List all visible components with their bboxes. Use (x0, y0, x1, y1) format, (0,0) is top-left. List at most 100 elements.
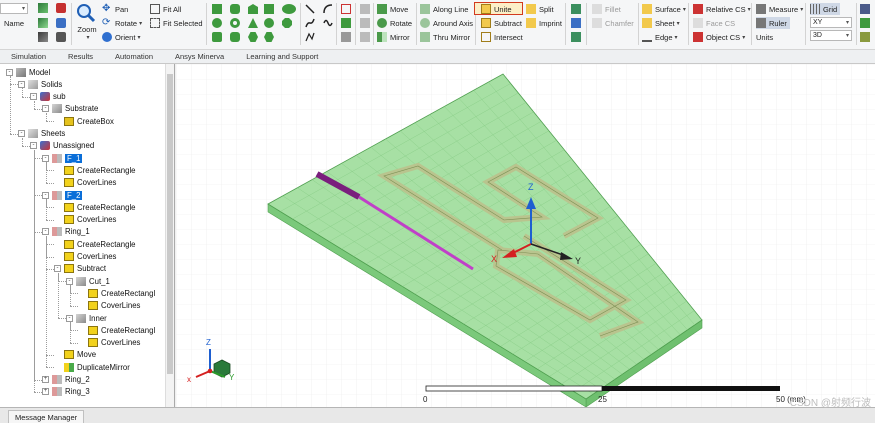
tree-item[interactable]: - Ring_1 (42, 226, 90, 238)
rotate-object-button[interactable]: Rotate (377, 17, 412, 29)
tree-item[interactable]: - Model (6, 66, 50, 78)
tree-item[interactable]: + Ring_3 (42, 386, 90, 398)
collapse-toggle-icon[interactable]: - (42, 228, 49, 236)
relative-cs-menu[interactable]: Relative CS ▾ (693, 3, 751, 15)
fillet-button[interactable]: Fillet (592, 3, 621, 15)
tree-item[interactable]: CreateRectangl (78, 324, 155, 336)
tree-item[interactable]: - Subtract (54, 263, 106, 275)
face-cs-button[interactable]: Face CS (693, 17, 735, 29)
units-button[interactable]: Units (756, 31, 773, 43)
select-face-icon[interactable] (56, 18, 66, 28)
expand-toggle-icon[interactable]: + (42, 376, 49, 383)
draw-arc-icon[interactable] (38, 32, 48, 42)
collapse-toggle-icon[interactable]: - (6, 68, 13, 76)
polyline-icon[interactable] (305, 32, 315, 42)
torus-icon[interactable] (230, 18, 240, 28)
object-cs-menu[interactable]: Object CS ▾ (693, 31, 745, 43)
collapse-toggle-icon[interactable]: - (18, 130, 25, 137)
select-edge-icon[interactable] (56, 32, 66, 42)
tree-item[interactable]: - Cut_1 (66, 275, 110, 287)
cone-icon[interactable] (248, 18, 258, 28)
equation-curve-icon[interactable] (323, 18, 333, 28)
group-icon[interactable] (360, 32, 370, 42)
tab-ansys-minerva[interactable]: Ansys Minerva (164, 50, 235, 63)
3d-modeler-viewport[interactable]: Z X Y Z x Y 0 25 50 (mm) (176, 64, 875, 407)
tree-scrollbar-thumb[interactable] (167, 74, 173, 374)
region-icon[interactable] (360, 18, 370, 28)
message-manager-tab[interactable]: Message Manager (8, 410, 85, 423)
collapse-toggle-icon[interactable]: - (30, 142, 37, 150)
point-icon[interactable] (341, 4, 351, 14)
movement-mode-icon[interactable] (860, 32, 870, 42)
fit-selected-button[interactable]: Fit Selected (150, 17, 203, 29)
tree-item[interactable]: - F_2 (42, 189, 83, 201)
tree-item[interactable]: CreateBox (54, 115, 114, 127)
tab-simulation[interactable]: Simulation (0, 50, 57, 63)
collapse-toggle-icon[interactable]: - (66, 314, 73, 322)
polyhedron-icon[interactable] (248, 32, 258, 42)
tree-item[interactable]: CreateRectangle (54, 201, 136, 213)
expand-toggle-icon[interactable]: + (42, 388, 49, 396)
orient-button[interactable]: Orient ▾ (102, 31, 140, 43)
subtract-button[interactable]: Subtract (481, 17, 522, 29)
thru-mirror-button[interactable]: Thru Mirror (420, 31, 470, 43)
analysis-icon[interactable] (571, 32, 581, 42)
collapse-toggle-icon[interactable]: - (30, 93, 37, 101)
object-name-combo[interactable]: ▾ (0, 3, 28, 14)
unite-button[interactable]: Unite (481, 3, 512, 15)
collapse-toggle-icon[interactable]: - (18, 80, 25, 88)
surface-menu[interactable]: Surface ▾ (642, 3, 686, 15)
select-icon[interactable] (56, 3, 66, 13)
ellipse-icon[interactable] (282, 4, 296, 14)
tree-item[interactable]: - Unassigned (30, 140, 94, 152)
arc-icon[interactable] (323, 4, 333, 14)
polygon-icon[interactable] (264, 32, 274, 42)
ruler-toggle[interactable]: Ruler (756, 17, 790, 29)
sphere-icon[interactable] (212, 18, 222, 28)
collapse-toggle-icon[interactable]: - (42, 154, 49, 162)
tree-item[interactable]: + Ring_2 (42, 374, 90, 386)
tree-item[interactable]: CoverLines (78, 300, 140, 312)
draw-spline-icon[interactable] (38, 18, 48, 28)
tree-item[interactable]: DuplicateMirror (54, 361, 130, 373)
rectangle-icon[interactable] (264, 4, 274, 14)
scene-canvas[interactable]: Z X Y Z x Y 0 25 50 (mm) (176, 64, 875, 407)
plane-icon[interactable] (341, 18, 351, 28)
collapse-toggle-icon[interactable]: - (66, 277, 73, 285)
tree-item[interactable]: CoverLines (78, 337, 140, 349)
regular-polyhedron-icon[interactable] (248, 4, 258, 14)
tree-item[interactable]: - Solids (18, 78, 62, 90)
zoom-button[interactable]: Zoom ▾ (75, 3, 99, 45)
imprint-projection-icon[interactable] (360, 4, 370, 14)
tree-item[interactable]: - F_1 (42, 152, 83, 164)
sweep-around-axis-button[interactable]: Around Axis (420, 17, 473, 29)
collapse-toggle-icon[interactable]: - (54, 265, 61, 273)
spline-icon[interactable] (305, 18, 315, 28)
imprint-button[interactable]: Imprint (526, 17, 562, 29)
mirror-button[interactable]: Mirror (377, 31, 410, 43)
surface-approx-icon[interactable] (571, 4, 581, 14)
tab-automation[interactable]: Automation (104, 50, 164, 63)
tree-scrollbar[interactable] (165, 64, 174, 407)
coordinate-icon[interactable] (341, 32, 351, 42)
grid-plane-select[interactable]: XY ▾ (810, 17, 852, 28)
tree-item[interactable]: Move (54, 349, 96, 361)
tree-item[interactable]: CoverLines (54, 214, 116, 226)
cylinder-icon[interactable] (230, 4, 240, 14)
tree-item[interactable]: CreateRectangle (54, 164, 136, 176)
tree-item[interactable]: - Sheets (18, 128, 65, 140)
tab-results[interactable]: Results (57, 50, 104, 63)
circle-icon[interactable] (264, 18, 274, 28)
tree-item[interactable]: CreateRectangl (78, 287, 155, 299)
sweep-along-line-button[interactable]: Along Line (420, 3, 468, 15)
line-icon[interactable] (305, 4, 315, 14)
tree-item[interactable]: CoverLines (54, 251, 116, 263)
tree-item[interactable]: CoverLines (54, 177, 116, 189)
collapse-toggle-icon[interactable]: - (42, 105, 49, 113)
regular-polygon-icon[interactable] (282, 18, 292, 28)
snap-icon[interactable] (860, 4, 870, 14)
tree-item[interactable]: - Inner (66, 312, 107, 324)
sheet-menu[interactable]: Sheet ▾ (642, 17, 680, 29)
collapse-toggle-icon[interactable]: - (42, 191, 49, 199)
move-button[interactable]: Move (377, 3, 408, 15)
